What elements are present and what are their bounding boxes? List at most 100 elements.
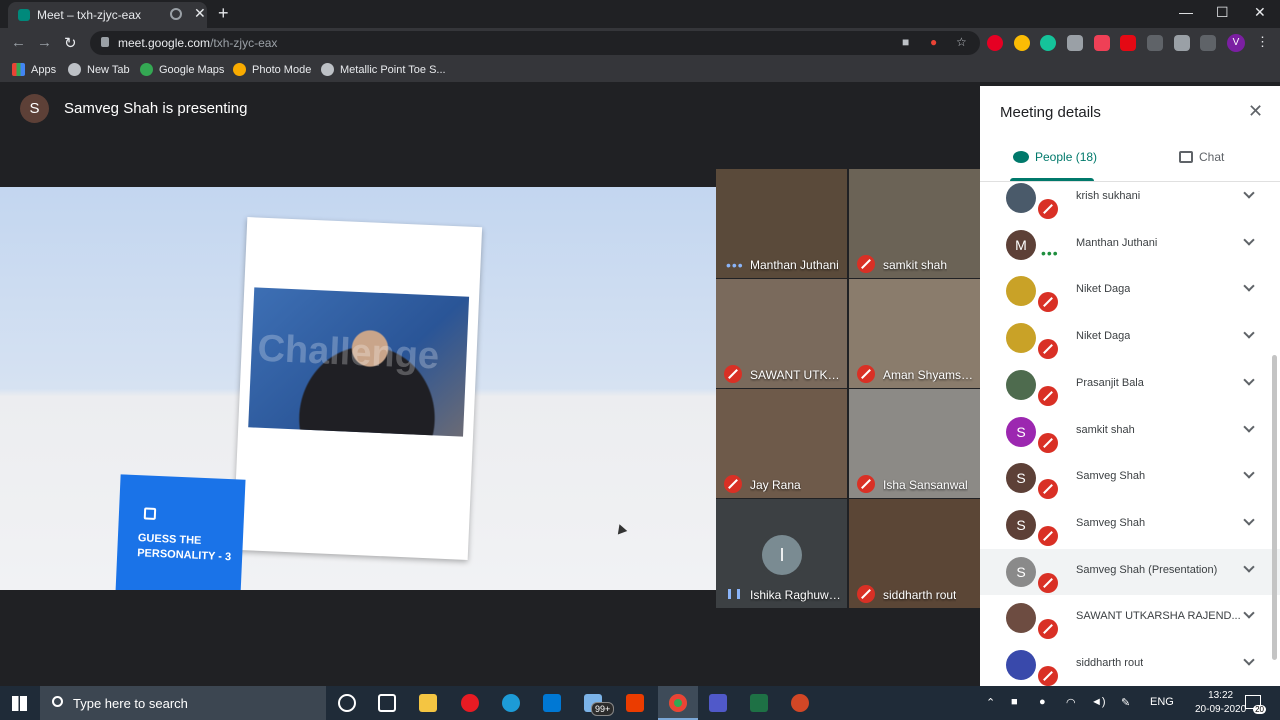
back-arrow-icon[interactable]: ← (11, 34, 26, 51)
speaking-dots-icon: ••• (1041, 244, 1059, 261)
reading-list-icon[interactable] (1200, 35, 1216, 51)
profile-avatar[interactable]: V (1227, 34, 1245, 52)
show-hidden-icons-icon[interactable]: ⌃ (986, 696, 995, 709)
opera-icon[interactable] (461, 694, 479, 712)
people-list-item[interactable]: siddharth rout (980, 642, 1280, 686)
mic-muted-icon (724, 475, 742, 493)
task-view-icon[interactable] (378, 694, 396, 712)
people-list-item[interactable]: M ••• Manthan Juthani (980, 222, 1280, 268)
pinterest-extension-icon[interactable] (987, 35, 1003, 51)
tab-close-icon[interactable]: ✕ (194, 5, 206, 22)
people-list-item[interactable]: Ssamkit shah (980, 409, 1280, 455)
minimize-window-icon[interactable]: — (1179, 4, 1193, 20)
people-list-item[interactable]: SAWANT UTKARSHA RAJEND... (980, 595, 1280, 641)
chevron-down-icon[interactable] (1243, 234, 1255, 246)
participant-tile[interactable]: Jay Rana (716, 389, 847, 498)
people-list-item[interactable]: S Samveg Shah (980, 455, 1280, 501)
bookmark-star-icon[interactable]: ☆ (956, 35, 967, 49)
people-list-scrollbar[interactable] (1272, 355, 1277, 660)
people-list-item[interactable]: S Samveg Shah (Presentation) (980, 548, 1280, 595)
cortana-icon[interactable] (338, 694, 356, 712)
chrome-icon[interactable] (669, 694, 687, 712)
system-clock[interactable]: 13:22 20-09-2020 (1195, 689, 1246, 717)
mic-muted-icon (1038, 199, 1058, 219)
teams-icon[interactable] (709, 694, 727, 712)
participant-tile[interactable]: samkit shah (849, 169, 980, 278)
pocket-extension-icon[interactable] (1094, 35, 1110, 51)
new-tab-button[interactable]: + (218, 3, 229, 24)
netflix-extension-icon[interactable] (1120, 35, 1136, 51)
participant-name: Ishika Raghuwan... (750, 588, 846, 602)
bookmark-apps[interactable]: Apps (12, 63, 56, 76)
volume-icon[interactable]: ◄) (1091, 696, 1106, 708)
close-window-icon[interactable]: ✕ (1254, 4, 1266, 21)
participant-tile[interactable]: ••• Manthan Juthani (716, 169, 847, 278)
pen-icon[interactable]: ✎ (1121, 696, 1130, 709)
participant-tile[interactable]: I Ishika Raghuwan... (716, 499, 847, 608)
participant-tile[interactable]: Aman Shyamsuk... (849, 279, 980, 388)
microphone-icon[interactable]: ● (1039, 696, 1046, 708)
powerpoint-icon[interactable] (791, 694, 809, 712)
browser-tab-meet[interactable]: Meet – txh-zjyc-eax ✕ (8, 2, 207, 28)
participant-name: Jay Rana (750, 478, 801, 492)
people-list-item[interactable]: Niket Daga (980, 315, 1280, 361)
mic-blocked-icon[interactable]: ● (930, 35, 937, 49)
forward-arrow-icon[interactable]: → (37, 34, 52, 51)
bookmark-metallic-point-toe[interactable]: Metallic Point Toe S... (321, 63, 446, 76)
chat-icon (1179, 151, 1193, 163)
excel-icon[interactable] (750, 694, 768, 712)
grammarly-extension-icon[interactable] (1040, 35, 1056, 51)
slide-caption: GUESS THE PERSONALITY - 3 (136, 532, 232, 564)
participant-avatar: S (1006, 509, 1036, 540)
mic-muted-icon (857, 585, 875, 603)
chevron-down-icon[interactable] (1243, 420, 1255, 433)
chevron-down-icon[interactable] (1243, 607, 1255, 619)
chevron-down-icon[interactable] (1243, 280, 1255, 293)
notification-center-icon[interactable]: 20 (1245, 695, 1266, 714)
participant-tile[interactable]: Isha Sansanwal (849, 389, 980, 498)
reload-icon[interactable]: ↻ (64, 34, 77, 52)
chevron-down-icon[interactable] (1243, 187, 1255, 199)
people-list-item[interactable]: krish sukhani (980, 182, 1280, 221)
extension-icon[interactable] (1147, 35, 1163, 51)
extension-icon[interactable] (1014, 35, 1030, 51)
chevron-down-icon[interactable] (1243, 467, 1255, 479)
language-indicator[interactable]: ENG (1150, 696, 1174, 708)
edge-icon[interactable] (502, 694, 520, 712)
bookmark-photo-mode[interactable]: Photo Mode (233, 63, 311, 76)
people-list-item[interactable]: Niket Daga (980, 268, 1280, 314)
people-list-item[interactable]: Prasanjit Bala (980, 362, 1280, 408)
onedrive-icon[interactable]: ■ (1011, 696, 1018, 708)
chevron-down-icon[interactable] (1243, 654, 1255, 666)
speaking-bars-icon (728, 589, 740, 599)
presenting-text: Samveg Shah is presenting (64, 100, 248, 117)
extension-icon[interactable] (1067, 35, 1083, 51)
office-icon[interactable] (626, 694, 644, 712)
wifi-icon[interactable]: ◠ (1066, 696, 1076, 709)
participant-tile[interactable]: SAWANT UTKAR... (716, 279, 847, 388)
chevron-down-icon[interactable] (1243, 327, 1255, 339)
bookmark-new-tab[interactable]: New Tab (68, 63, 130, 76)
people-list-item[interactable]: S Samveg Shah (980, 502, 1280, 548)
chevron-down-icon[interactable] (1243, 374, 1255, 386)
store-icon[interactable] (543, 694, 561, 712)
camera-icon[interactable]: ■ (902, 35, 909, 49)
chevron-down-icon[interactable] (1243, 514, 1255, 526)
chevron-down-icon[interactable] (1243, 560, 1255, 573)
participant-avatar (1006, 369, 1036, 400)
tab-chat[interactable]: Chat (1179, 150, 1224, 164)
windows-start-icon[interactable] (12, 696, 27, 711)
tab-people[interactable]: People (18) (1013, 150, 1097, 164)
puzzle-extensions-icon[interactable] (1174, 35, 1190, 51)
participant-name: Samveg Shah (Presentation) (1076, 563, 1218, 576)
maximize-window-icon[interactable]: ☐ (1216, 4, 1229, 21)
search-placeholder: Type here to search (73, 696, 188, 711)
presentation-slide[interactable]: Challenge GUESS THE PERSONALITY - 3 (0, 187, 716, 590)
panel-close-icon[interactable]: ✕ (1248, 101, 1263, 122)
browser-menu-icon[interactable]: ⋮ (1256, 34, 1269, 50)
participant-tile[interactable]: siddharth rout (849, 499, 980, 608)
file-explorer-icon[interactable] (419, 694, 437, 712)
taskbar-search-box[interactable]: Type here to search (40, 686, 326, 720)
address-bar[interactable]: meet.google.com/txh-zjyc-eax ■ ● ☆ (90, 31, 980, 55)
bookmark-google-maps[interactable]: Google Maps (140, 63, 224, 76)
